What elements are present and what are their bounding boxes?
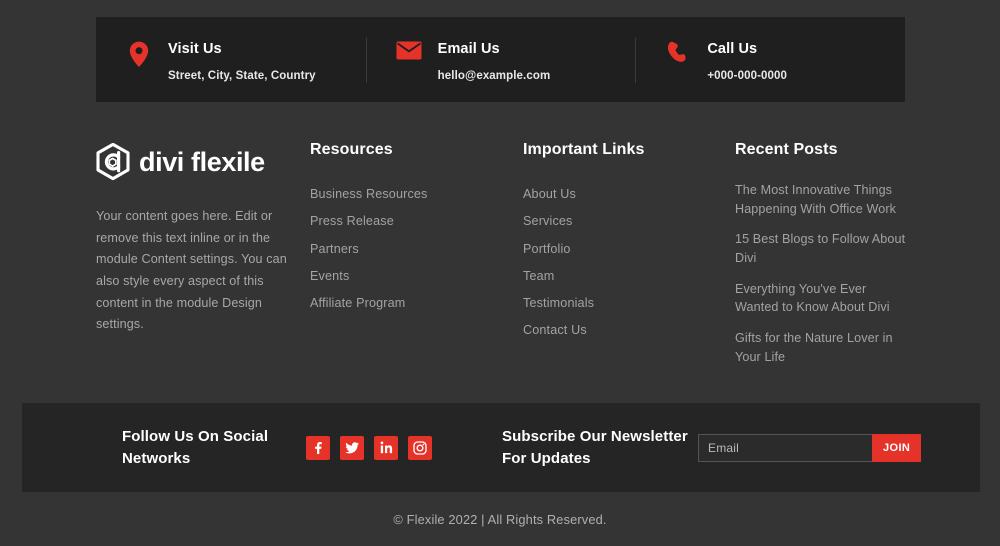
link-services[interactable]: Services xyxy=(523,210,718,237)
newsletter-form: JOIN xyxy=(698,433,922,462)
column-title-resources: Resources xyxy=(310,141,393,158)
contact-detail: Street, City, State, Country xyxy=(168,70,316,83)
list-item: Affiliate Program xyxy=(310,292,505,319)
contact-bar: Visit Us Street, City, State, Country Em… xyxy=(96,17,905,102)
copyright-text: © Flexile 2022 | All Rights Reserved. xyxy=(393,512,607,527)
brand-logo[interactable]: divi flexile xyxy=(96,140,296,184)
column-title-important-links: Important Links xyxy=(523,141,645,158)
important-link-list: About Us Services Portfolio Team Testimo… xyxy=(523,183,718,346)
post-link-1[interactable]: The Most Innovative Things Happening Wit… xyxy=(735,181,910,230)
brand-column: divi flexile Your content goes here. Edi… xyxy=(96,140,296,336)
instagram-icon xyxy=(413,440,427,455)
footer-bottom-bar: Follow Us On Social Networks Subscribe O… xyxy=(22,403,980,492)
contact-title: Visit Us xyxy=(168,41,222,57)
envelope-icon xyxy=(394,40,424,60)
social-block: Follow Us On Social Networks xyxy=(22,426,502,469)
list-item: About Us xyxy=(523,183,718,210)
list-item: Business Resources xyxy=(310,183,505,210)
list-item: Gifts for the Nature Lover in Your Life xyxy=(735,329,910,378)
social-heading: Follow Us On Social Networks xyxy=(122,428,269,467)
phone-icon xyxy=(663,40,693,64)
resources-link-list: Business Resources Press Release Partner… xyxy=(310,183,505,319)
contact-title: Email Us xyxy=(437,41,500,57)
contact-item-visit-us: Visit Us Street, City, State, Country xyxy=(96,17,366,102)
facebook-icon xyxy=(312,441,325,454)
link-partners[interactable]: Partners xyxy=(310,238,505,265)
link-events[interactable]: Events xyxy=(310,265,505,292)
list-item: Press Release xyxy=(310,210,505,237)
recent-posts-column: Recent Posts The Most Innovative Things … xyxy=(735,140,910,378)
brand-description: Your content goes here. Edit or remove t… xyxy=(96,209,287,332)
map-pin-icon xyxy=(124,40,154,67)
link-affiliate-program[interactable]: Affiliate Program xyxy=(310,292,505,319)
list-item: 15 Best Blogs to Follow About Divi xyxy=(735,230,910,279)
linkedin-link[interactable] xyxy=(374,435,398,460)
post-link-3[interactable]: Everything You've Ever Wanted to Know Ab… xyxy=(735,280,910,329)
link-team[interactable]: Team xyxy=(523,265,718,292)
facebook-link[interactable] xyxy=(306,435,330,460)
join-button[interactable]: JOIN xyxy=(872,433,922,462)
contact-item-call-us: Call Us +000-000-0000 xyxy=(635,17,905,102)
instagram-link[interactable] xyxy=(408,435,432,460)
link-testimonials[interactable]: Testimonials xyxy=(523,292,718,319)
list-item: Team xyxy=(523,265,718,292)
twitter-link[interactable] xyxy=(340,435,364,460)
link-press-release[interactable]: Press Release xyxy=(310,210,505,237)
list-item: Events xyxy=(310,265,505,292)
newsletter-heading: Subscribe Our Newsletter For Updates xyxy=(502,428,688,467)
newsletter-block: Subscribe Our Newsletter For Updates JOI… xyxy=(502,426,980,469)
brand-name: divi flexile xyxy=(139,146,265,177)
list-item: Contact Us xyxy=(523,319,718,346)
resources-column: Resources Business Resources Press Relea… xyxy=(310,140,505,319)
list-item: Services xyxy=(523,210,718,237)
link-about-us[interactable]: About Us xyxy=(523,183,718,210)
contact-title: Call Us xyxy=(707,41,758,57)
contact-detail: +000-000-0000 xyxy=(707,70,787,83)
contact-detail: hello@example.com xyxy=(437,70,551,83)
list-item: Portfolio xyxy=(523,238,718,265)
recent-posts-list: The Most Innovative Things Happening Wit… xyxy=(735,181,910,378)
link-portfolio[interactable]: Portfolio xyxy=(523,238,718,265)
post-link-2[interactable]: 15 Best Blogs to Follow About Divi xyxy=(735,230,910,279)
email-field[interactable] xyxy=(698,433,872,462)
list-item: Testimonials xyxy=(523,292,718,319)
social-icon-list xyxy=(306,435,432,460)
contact-item-email-us: Email Us hello@example.com xyxy=(365,17,636,102)
list-item: The Most Innovative Things Happening Wit… xyxy=(735,181,910,230)
important-links-column: Important Links About Us Services Portfo… xyxy=(523,140,718,347)
linkedin-icon xyxy=(380,441,393,454)
divi-flexile-hexagon-logo-icon xyxy=(96,142,130,181)
column-title-recent-posts: Recent Posts xyxy=(735,141,838,158)
twitter-icon xyxy=(345,441,359,454)
link-business-resources[interactable]: Business Resources xyxy=(310,183,505,210)
link-contact-us[interactable]: Contact Us xyxy=(523,319,718,346)
list-item: Partners xyxy=(310,238,505,265)
post-link-4[interactable]: Gifts for the Nature Lover in Your Life xyxy=(735,329,910,378)
list-item: Everything You've Ever Wanted to Know Ab… xyxy=(735,280,910,329)
